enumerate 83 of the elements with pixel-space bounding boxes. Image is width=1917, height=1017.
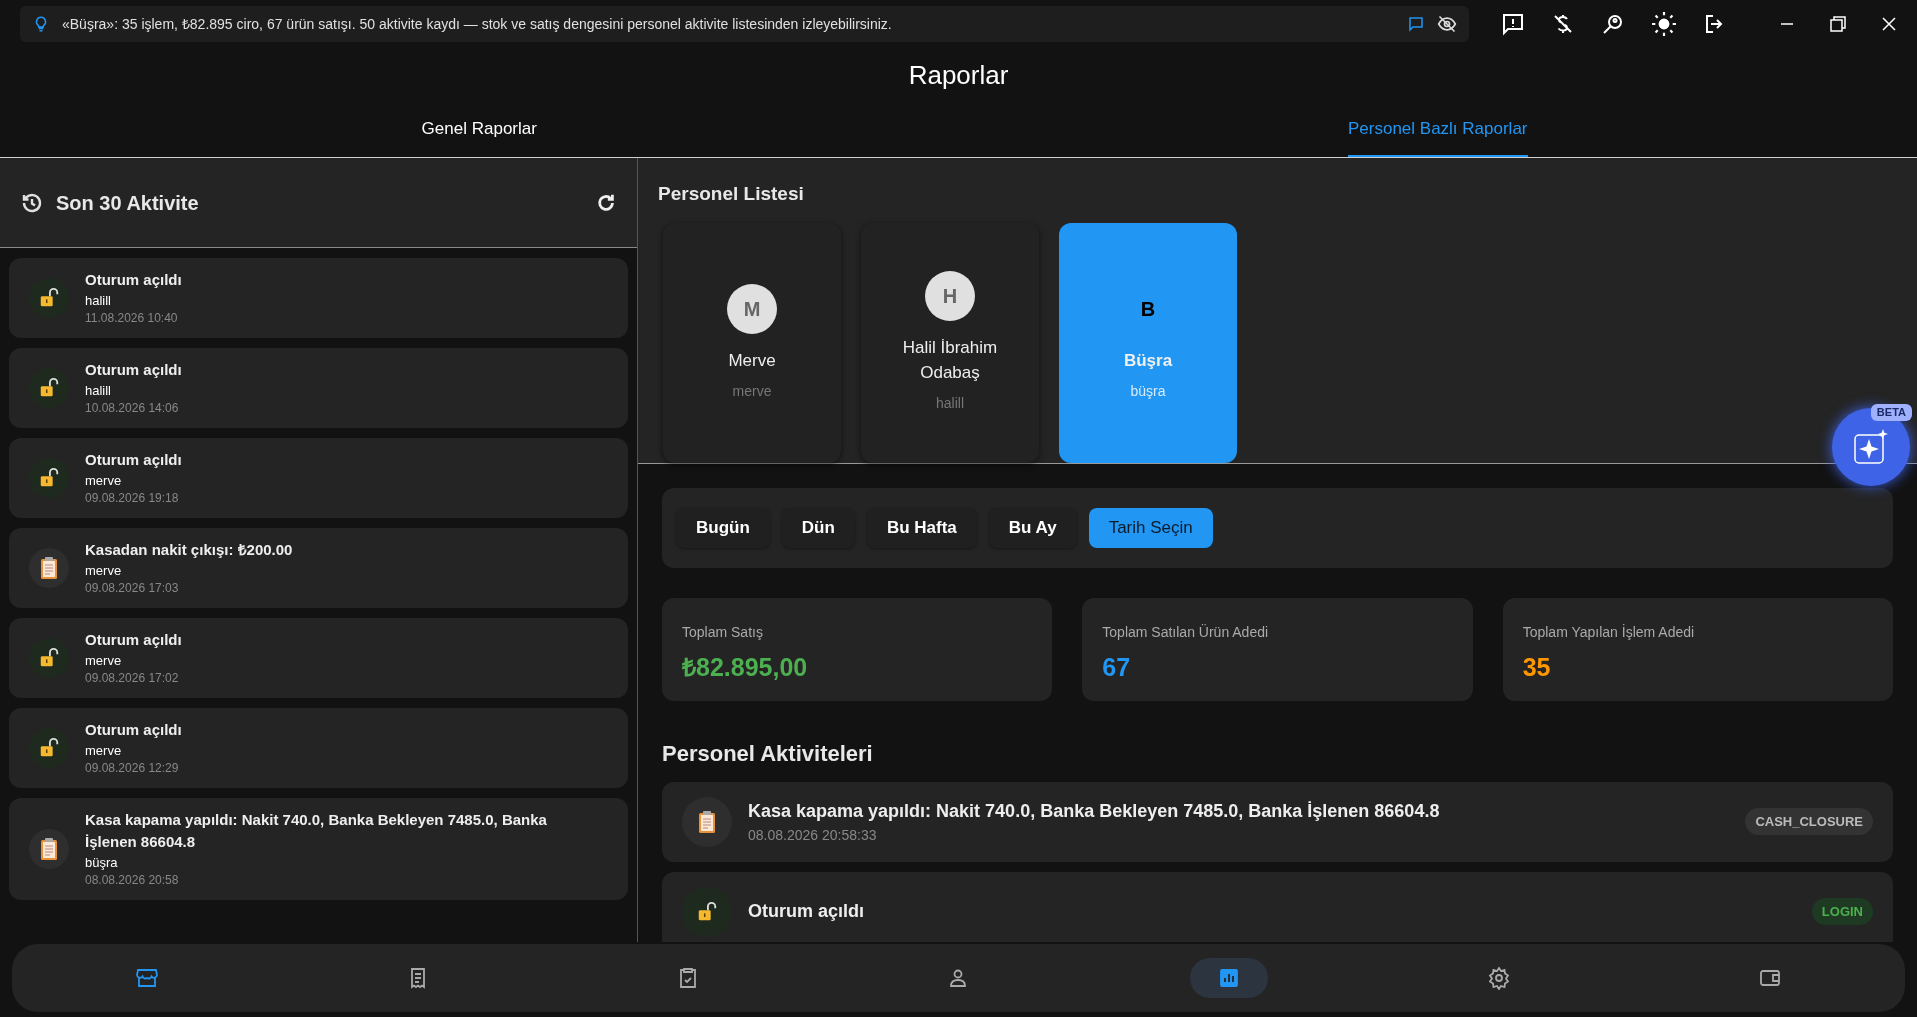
beta-badge: BETA [1870, 404, 1912, 421]
period-button[interactable]: Dün [781, 507, 855, 548]
activity-title: Kasa kapama yapıldı: Nakit 740.0, Banka Bekleyen 7485.0, Banka İşlenen 86604.8 [748, 799, 1441, 823]
chat-icon[interactable] [1407, 15, 1425, 33]
section-title: Personel Aktiviteleri [662, 739, 874, 768]
activity-card[interactable]: Oturum açıldı merve 09.08.2026 19:18 [9, 438, 628, 518]
activity-title: Oturum açıldı [748, 900, 865, 923]
staff-name: Büşra [1122, 349, 1174, 372]
activity-card[interactable]: Kasadan nakit çıkışı: ₺200.00 merve 09.08.2026 17:03 [9, 528, 628, 608]
activity-title: Oturum açıldı [85, 270, 183, 290]
activity-card[interactable]: Oturum açıldı halill 11.08.2026 10:40 [9, 258, 628, 338]
stat-label: Toplam Satış [682, 622, 764, 642]
stat-label: Toplam Satılan Ürün Adedi [1102, 622, 1270, 642]
clipboard-icon [696, 809, 718, 834]
unlocked-padlock-icon [696, 900, 718, 923]
activity-title: Oturum açıldı [85, 450, 183, 470]
activity-time: 09.08.2026 17:03 [85, 580, 180, 597]
stat-value: 67 [1102, 651, 1131, 683]
activity-card[interactable]: Oturum açıldı halill 10.08.2026 14:06 [9, 348, 628, 428]
nav-button[interactable] [1189, 957, 1268, 998]
activity-card[interactable]: Kasa kapama yapıldı: Nakit 740.0, Banka Bekleyen 7485.0, Banka İşlenen 86604.8 büşra 08.08.2026 20:58 [9, 798, 628, 900]
activity-user: merve [85, 562, 123, 580]
activity-time: 10.08.2026 14:06 [85, 400, 180, 417]
activity-time: 08.08.2026 20:58 [85, 872, 180, 889]
stat-value: 35 [1522, 651, 1551, 683]
period-button[interactable]: Bugün [676, 507, 770, 548]
unlocked-padlock-icon [38, 287, 60, 309]
staff-card[interactable]: H Halil İbrahim Odabaş halill [861, 222, 1039, 463]
type-badge: CASH_CLOSURE [1745, 807, 1873, 836]
activity-title: Kasa kapama yapıldı: Nakit 740.0, Banka Bekleyen 7485.0, Banka İşlenen 86604.8 [85, 810, 548, 852]
clipboard-icon [38, 837, 60, 861]
activity-user: büşra [85, 854, 119, 872]
staff-username: büşra [1130, 381, 1166, 401]
clipboard-icon [38, 556, 60, 580]
avatar: H [925, 271, 975, 321]
stat-label: Toplam Yapılan İşlem Adedi [1522, 622, 1696, 642]
activity-card[interactable]: Oturum açıldı merve 09.08.2026 17:02 [9, 618, 628, 698]
unlocked-padlock-icon [38, 647, 60, 669]
maximize-icon[interactable] [1829, 15, 1847, 33]
staff-username: halill [936, 394, 964, 413]
page-title: Raporlar [908, 58, 1009, 92]
activity-time: 09.08.2026 17:02 [85, 670, 180, 687]
avatar: B [1139, 296, 1157, 322]
activity-time: 08.08.2026 20:58:33 [748, 825, 878, 845]
search-person-icon[interactable] [1601, 12, 1625, 36]
activity-time: 09.08.2026 12:29 [85, 760, 180, 777]
activity-user: merve [85, 652, 123, 670]
activity-title: Oturum açıldı [85, 720, 183, 740]
activity-row[interactable]: Oturum açıldı LOGIN [662, 871, 1893, 942]
activity-title: Oturum açıldı [85, 630, 183, 650]
feedback-icon[interactable] [1501, 12, 1525, 36]
activity-row[interactable]: Kasa kapama yapıldı: Nakit 740.0, Banka Bekleyen 7485.0, Banka İşlenen 86604.8 08.08.2026 20:58:33 CASH_CLOSURE [662, 781, 1893, 862]
activity-user: merve [85, 472, 123, 490]
activity-user: halill [85, 382, 112, 400]
period-button[interactable]: Bu Ay [988, 507, 1077, 548]
staff-name: Halil İbrahim Odabaş [901, 337, 999, 384]
staff-username: merve [732, 381, 772, 401]
settings-icon [1487, 965, 1512, 990]
activity-user: halill [85, 292, 112, 310]
unlocked-padlock-icon [38, 467, 60, 489]
panel-title: Son 30 Aktivite [56, 190, 200, 216]
close-icon[interactable] [1881, 16, 1897, 32]
activity-user: merve [85, 742, 123, 760]
avatar: M [727, 283, 777, 334]
sun-icon[interactable] [1651, 11, 1677, 37]
period-button[interactable]: Bu Hafta [866, 507, 977, 548]
period-button[interactable]: Tarih Seçin [1088, 507, 1213, 548]
staff-name: Merve [727, 349, 777, 372]
tab[interactable]: Genel Raporlar [421, 102, 537, 157]
stat-value: ₺82.895,00 [682, 651, 808, 683]
section-title: Personel Listesi [658, 182, 805, 206]
activity-time: 09.08.2026 19:18 [85, 490, 180, 507]
unlocked-padlock-icon [38, 737, 60, 759]
activity-title: Oturum açıldı [85, 360, 183, 380]
eye-off-icon[interactable] [1437, 14, 1457, 34]
activity-title: Kasadan nakit çıkışı: ₺200.00 [85, 540, 294, 560]
activity-card[interactable]: Oturum açıldı merve 09.08.2026 12:29 [9, 708, 628, 788]
type-badge: LOGIN [1811, 897, 1873, 926]
unlocked-padlock-icon [38, 377, 60, 399]
activity-time: 11.08.2026 10:40 [85, 310, 179, 327]
staff-card[interactable]: M Merve merve [663, 222, 841, 463]
staff-card[interactable]: B Büşra büşra [1059, 222, 1237, 463]
hint-text: «Büşra»: 35 işlem, ₺82.895 ciro, 67 ürün satışı. 50 aktivite kaydı — stok ve satış dengesini personel aktivite listesinden izleyebilirsiniz. [62, 14, 893, 34]
